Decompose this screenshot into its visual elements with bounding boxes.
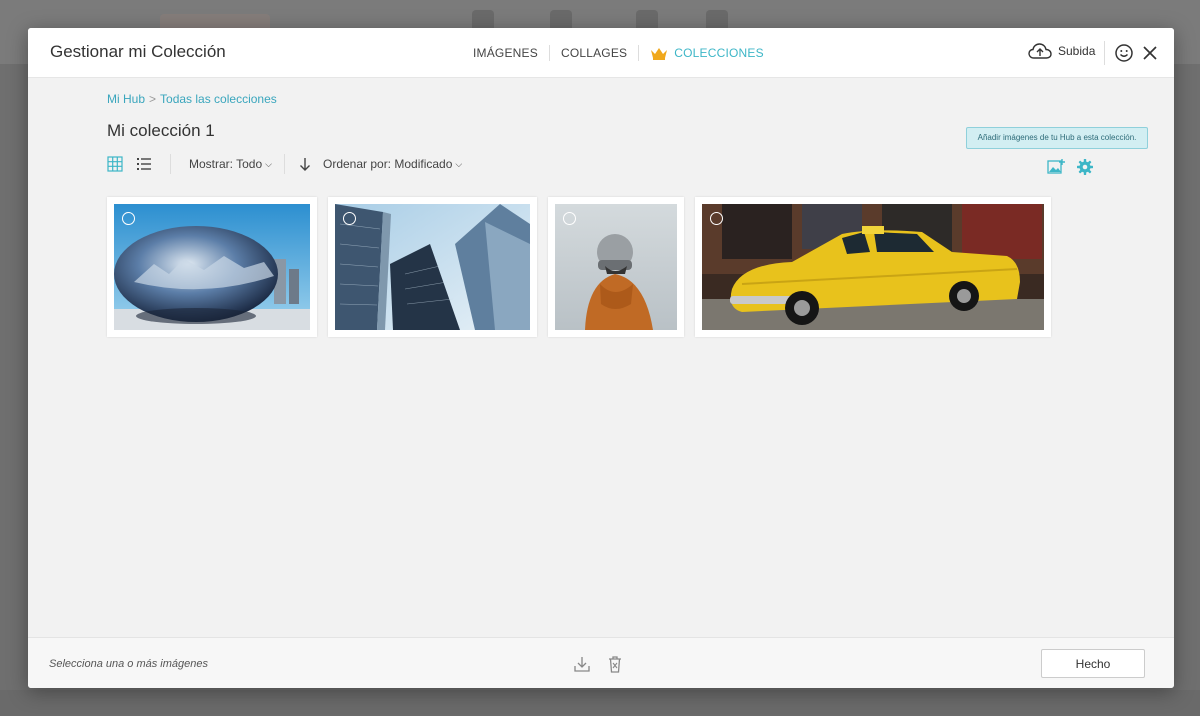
- sort-direction-arrow-icon[interactable]: [297, 156, 313, 172]
- sort-label: Ordenar por: Modificado: [322, 157, 453, 171]
- trash-icon[interactable]: [608, 655, 622, 673]
- skyscrapers-image: [335, 204, 530, 330]
- image-card-taxi[interactable]: [695, 197, 1051, 337]
- tab-collections-label: COLECCIONES: [674, 46, 764, 60]
- breadcrumb-separator: >: [149, 92, 157, 106]
- select-image-checkbox[interactable]: [563, 212, 576, 225]
- done-button[interactable]: Hecho: [1041, 649, 1145, 678]
- show-filter-dropdown[interactable]: Mostrar: Todo ⌵: [189, 157, 272, 171]
- toolbar-divider: [170, 154, 171, 174]
- background-bottom: [0, 690, 1200, 716]
- image-thumbnail: [335, 204, 530, 330]
- tab-images[interactable]: IMÁGENES: [462, 46, 549, 60]
- manage-collection-dialog: Gestionar mi Colección IMÁGENES COLLAGES…: [28, 28, 1174, 688]
- collection-toolbar: Mostrar: Todo ⌵ Ordenar por: Modificado …: [107, 154, 462, 174]
- image-thumbnail: [114, 204, 310, 330]
- select-image-checkbox[interactable]: [122, 212, 135, 225]
- selection-hint: Selecciona una o más imágenes: [49, 658, 208, 670]
- crown-icon: [651, 48, 668, 60]
- show-filter-label: Mostrar: Todo: [189, 157, 263, 171]
- list-view-icon[interactable]: [136, 156, 152, 172]
- cloud-upload-icon: [1028, 43, 1052, 59]
- add-image-icon[interactable]: [1047, 158, 1065, 174]
- sort-dropdown[interactable]: Ordenar por: Modificado ⌵: [323, 157, 462, 171]
- tab-collages[interactable]: COLLAGES: [550, 46, 638, 60]
- breadcrumb-collections-link[interactable]: Todas las colecciones: [160, 92, 277, 106]
- dialog-footer: Selecciona una o más imágenes Hecho: [28, 637, 1174, 688]
- grid-view-icon[interactable]: [107, 156, 123, 172]
- download-icon[interactable]: [573, 655, 591, 673]
- image-card-cloud-gate[interactable]: [107, 197, 317, 337]
- breadcrumb-hub-link[interactable]: Mi Hub: [107, 92, 145, 106]
- collection-title: Mi colección 1: [107, 121, 215, 140]
- upload-button[interactable]: Subida: [1028, 43, 1095, 59]
- image-card-skyscrapers[interactable]: [328, 197, 537, 337]
- header-divider: [1104, 41, 1105, 65]
- dialog-title: Gestionar mi Colección: [50, 42, 226, 61]
- add-images-tooltip: Añadir imágenes de tu Hub a esta colecci…: [966, 127, 1148, 149]
- tab-bar: IMÁGENES COLLAGES COLECCIONES: [462, 45, 775, 61]
- breadcrumb: Mi Hub > Todas las colecciones: [107, 92, 277, 106]
- image-thumbnail: [555, 204, 677, 330]
- upload-label: Subida: [1058, 44, 1096, 58]
- taxi-image: [702, 204, 1044, 330]
- feedback-smile-icon[interactable]: [1114, 43, 1134, 63]
- toolbar-divider: [283, 154, 285, 174]
- cloud-gate-image: [114, 204, 310, 330]
- gear-icon[interactable]: [1076, 158, 1094, 176]
- tab-collections[interactable]: COLECCIONES: [639, 46, 775, 60]
- image-card-person[interactable]: [548, 197, 684, 337]
- image-thumbnail: [702, 204, 1044, 330]
- close-icon[interactable]: [1140, 43, 1160, 63]
- chevron-down-icon: ⌵: [455, 158, 463, 169]
- dialog-header: Gestionar mi Colección IMÁGENES COLLAGES…: [28, 28, 1174, 78]
- select-image-checkbox[interactable]: [710, 212, 723, 225]
- chevron-down-icon: ⌵: [265, 158, 272, 169]
- select-image-checkbox[interactable]: [343, 212, 356, 225]
